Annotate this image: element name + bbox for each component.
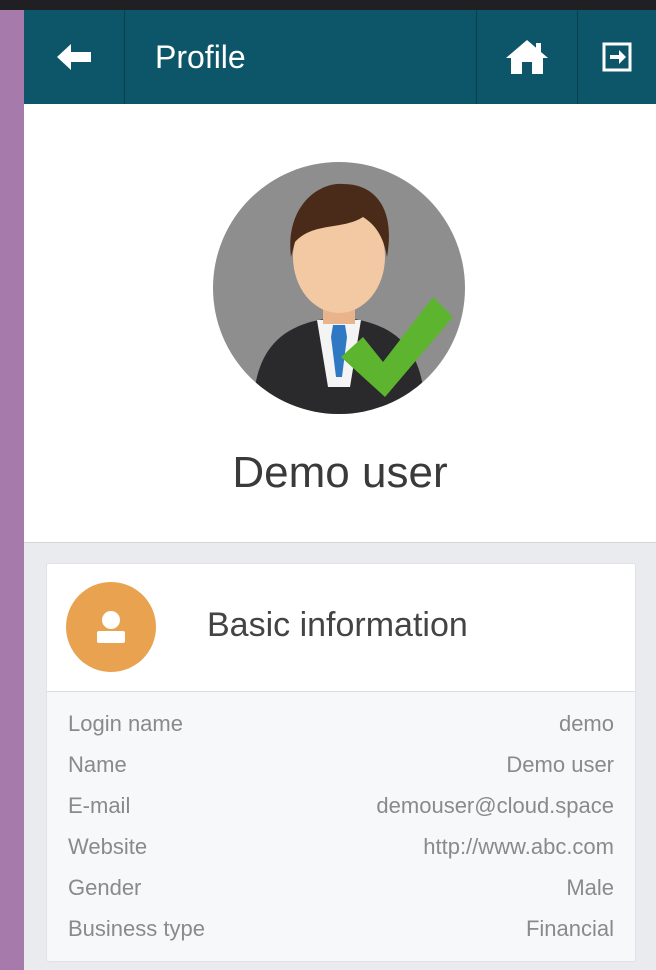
info-value: http://www.abc.com: [423, 833, 614, 859]
basic-info-card: Basic information Login name demo Name D…: [46, 563, 636, 962]
info-row-email: E-mail demouser@cloud.space: [47, 785, 635, 826]
info-row-website: Website http://www.abc.com: [47, 826, 635, 867]
home-icon: [506, 40, 548, 74]
info-label: E-mail: [68, 792, 131, 818]
info-row-business-type: Business type Financial: [47, 908, 635, 949]
info-label: Website: [68, 833, 148, 859]
info-value: Demo user: [506, 751, 614, 777]
info-row-name: Name Demo user: [47, 744, 635, 785]
page-title: Profile: [155, 38, 246, 75]
card-header[interactable]: Basic information: [47, 564, 635, 692]
info-value: Financial: [525, 915, 614, 941]
info-value: Male: [566, 874, 614, 900]
info-label: Login name: [68, 710, 183, 736]
status-strip: [0, 0, 656, 10]
app-screen: Profile Demo user Basic information Logi…: [24, 10, 656, 970]
profile-header: Demo user: [24, 104, 656, 543]
profile-name: Demo user: [232, 448, 448, 497]
user-glyph-icon: [97, 611, 125, 643]
info-label: Gender: [68, 874, 142, 900]
back-button[interactable]: [24, 10, 124, 104]
info-label: Name: [68, 751, 127, 777]
info-row-login-name: Login name demo: [47, 703, 635, 744]
logout-button[interactable]: [578, 10, 656, 104]
info-label: Business type: [68, 915, 205, 941]
info-list: Login name demo Name Demo user E-mail de…: [47, 703, 635, 949]
app-bar: Profile: [24, 10, 656, 104]
arrow-left-icon: [57, 44, 91, 70]
user-icon: [66, 582, 156, 672]
card-title: Basic information: [207, 606, 468, 644]
user-verified-avatar-icon: [253, 183, 453, 414]
info-value: demo: [558, 710, 614, 736]
title-area: Profile: [125, 10, 476, 104]
info-row-gender: Gender Male: [47, 867, 635, 908]
logout-icon: [602, 42, 632, 72]
home-button[interactable]: [477, 10, 577, 104]
info-value: demouser@cloud.space: [376, 792, 614, 818]
avatar[interactable]: [213, 162, 465, 414]
